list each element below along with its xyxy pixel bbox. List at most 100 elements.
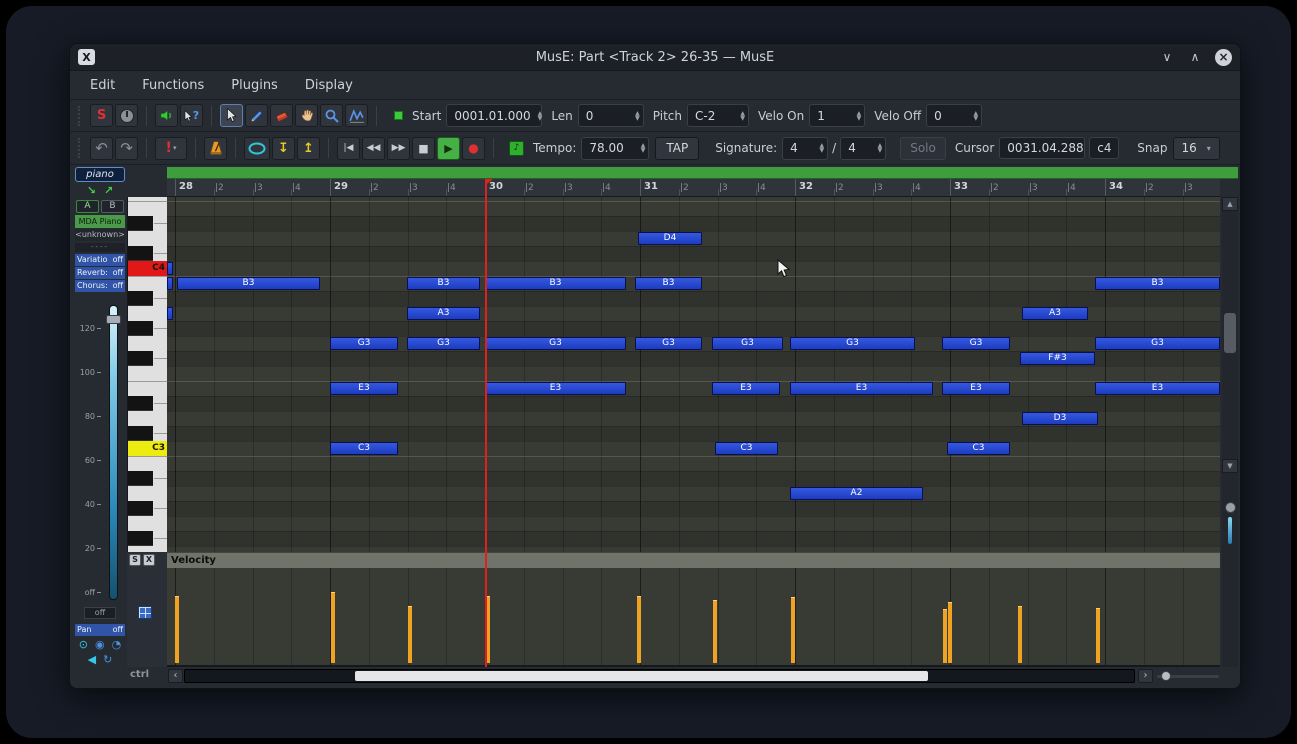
spinner-arrows[interactable]: ▲▼ <box>820 143 825 153</box>
midi-note[interactable]: C3 <box>947 442 1010 455</box>
piano-black-key[interactable] <box>128 291 153 306</box>
controller-grid-icon[interactable] <box>138 606 152 619</box>
instrument-name[interactable]: <unknown> <box>75 229 125 241</box>
midi-note[interactable]: G3 <box>485 337 626 350</box>
midi-note[interactable]: A3 <box>1022 307 1088 320</box>
metronome-button[interactable] <box>204 137 227 160</box>
velocity-bar[interactable] <box>948 602 952 663</box>
piano-black-key[interactable] <box>128 246 153 261</box>
volume-slider-track[interactable] <box>109 305 118 600</box>
part-range-strip[interactable] <box>167 167 1238 179</box>
midi-note[interactable]: G3 <box>1095 337 1220 350</box>
scroll-down-button[interactable]: ▼ <box>1222 459 1238 473</box>
midi-note[interactable]: B3 <box>635 277 702 290</box>
loop-button[interactable] <box>244 137 270 160</box>
piano-keyboard[interactable]: C4C3 <box>127 197 167 552</box>
velocity-bar[interactable] <box>408 606 412 663</box>
prev-part-icon[interactable]: ↘ <box>87 184 96 198</box>
midi-note[interactable]: F#3 <box>1020 352 1095 365</box>
zoom-slider-thumb[interactable] <box>1161 671 1171 681</box>
rewind-start-button[interactable]: |◀ <box>337 137 360 160</box>
midi-note[interactable]: G3 <box>635 337 702 350</box>
midi-note[interactable]: G3 <box>942 337 1010 350</box>
velocity-bar[interactable] <box>637 596 641 663</box>
snap-dropdown[interactable]: 16 ▾ <box>1173 137 1220 160</box>
scroll-left-button[interactable]: ‹ <box>168 669 183 683</box>
forward-button[interactable]: ▶▶ <box>387 137 410 160</box>
ctrl-lane-label[interactable]: ctrl <box>130 669 149 680</box>
midi-note[interactable] <box>167 262 173 275</box>
sync-icon[interactable]: ↻ <box>103 653 112 666</box>
punch-out-button[interactable]: ↥ <box>297 137 320 160</box>
patch-name[interactable]: MDA Piano <box>75 215 125 228</box>
tap-tempo-button[interactable]: TAP <box>655 137 699 160</box>
pencil-tool-button[interactable] <box>245 104 268 127</box>
spin-down-icon[interactable]: ▼ <box>641 148 646 153</box>
velo-off-spinbox[interactable]: 0 ▲▼ <box>926 104 982 127</box>
velocity-bar[interactable] <box>331 592 335 663</box>
midi-note[interactable]: B3 <box>1095 277 1220 290</box>
menu-plugins[interactable]: Plugins <box>231 78 278 93</box>
eraser-tool-button[interactable] <box>270 104 293 127</box>
spinner-arrows[interactable]: ▲▼ <box>635 111 640 121</box>
piano-black-key[interactable] <box>128 501 153 516</box>
spin-down-icon[interactable]: ▼ <box>878 148 883 153</box>
preset-b-button[interactable]: B <box>101 200 124 213</box>
midi-note[interactable] <box>167 307 173 320</box>
piano-black-key[interactable] <box>128 351 153 366</box>
menu-display[interactable]: Display <box>305 78 353 93</box>
vertical-zoom-knob[interactable] <box>1225 502 1236 513</box>
next-part-icon[interactable]: ↗ <box>104 184 113 198</box>
midi-note[interactable]: G3 <box>790 337 915 350</box>
piano-black-key[interactable] <box>128 531 153 546</box>
volume-slider-thumb[interactable] <box>106 315 121 324</box>
midi-note[interactable]: G3 <box>330 337 398 350</box>
titlebar[interactable]: X MusE: Part <Track 2> 26-35 — MusE ∨ ∧ … <box>70 44 1240 71</box>
spinner-arrows[interactable]: ▲▼ <box>973 111 978 121</box>
horizontal-scrollbar-track[interactable] <box>184 669 1135 683</box>
velocity-bar[interactable] <box>713 600 717 663</box>
piano-black-key[interactable] <box>128 426 153 441</box>
midi-activity-icon[interactable]: ◔ <box>112 638 122 651</box>
signature-denominator-spinbox[interactable]: 4 ▲▼ <box>840 137 886 160</box>
controller-close-button[interactable]: X <box>143 554 155 566</box>
velocity-bar[interactable] <box>791 597 795 663</box>
spin-down-icon[interactable]: ▼ <box>635 116 640 121</box>
record-button[interactable]: ● <box>462 137 485 160</box>
solo-button[interactable]: Solo <box>900 137 946 160</box>
spin-down-icon[interactable]: ▼ <box>740 116 745 121</box>
power-icon[interactable]: ⊙ <box>79 638 88 651</box>
toolbar-handle[interactable] <box>78 138 83 158</box>
pan-tool-button[interactable] <box>295 104 318 127</box>
spin-down-icon[interactable]: ▼ <box>820 148 825 153</box>
midi-note[interactable]: E3 <box>942 382 1010 395</box>
velocity-bar[interactable] <box>1018 606 1022 663</box>
midi-note[interactable]: E3 <box>712 382 780 395</box>
pitch-spinbox[interactable]: C-2 ▲▼ <box>687 104 749 127</box>
piano-black-key[interactable] <box>128 396 153 411</box>
midi-knob-button[interactable] <box>115 104 138 127</box>
horizontal-zoom-slider[interactable] <box>1157 669 1219 683</box>
piano-black-key[interactable] <box>128 216 153 231</box>
spinner-arrows[interactable]: ▲▼ <box>538 111 543 121</box>
velocity-bar[interactable] <box>1096 608 1100 663</box>
part-tab-piano[interactable]: piano <box>75 167 125 182</box>
whatsthis-button[interactable]: ? <box>180 104 203 127</box>
scroll-right-button[interactable]: › <box>1138 669 1153 683</box>
signature-numerator-spinbox[interactable]: 4 ▲▼ <box>782 137 828 160</box>
spin-down-icon[interactable]: ▼ <box>538 116 543 121</box>
highlighted-key-c3[interactable]: C3 <box>128 441 167 456</box>
midi-note[interactable]: D3 <box>1022 412 1098 425</box>
midi-note[interactable]: C3 <box>715 442 778 455</box>
velocity-canvas[interactable] <box>167 568 1220 667</box>
pan-row[interactable]: Pan off <box>75 624 125 636</box>
piano-black-key[interactable] <box>128 321 153 336</box>
velocity-bar[interactable] <box>175 596 179 663</box>
shade-button[interactable]: ∨ <box>1159 50 1175 64</box>
draw-tool-button[interactable] <box>345 104 368 127</box>
spinner-arrows[interactable]: ▲▼ <box>857 111 862 121</box>
controller-reverb[interactable]: Reverb: off <box>75 267 125 279</box>
spinner-arrows[interactable]: ▲▼ <box>740 111 745 121</box>
start-spinbox[interactable]: 0001.01.000 ▲▼ <box>446 104 542 127</box>
close-button[interactable]: × <box>1215 49 1232 66</box>
